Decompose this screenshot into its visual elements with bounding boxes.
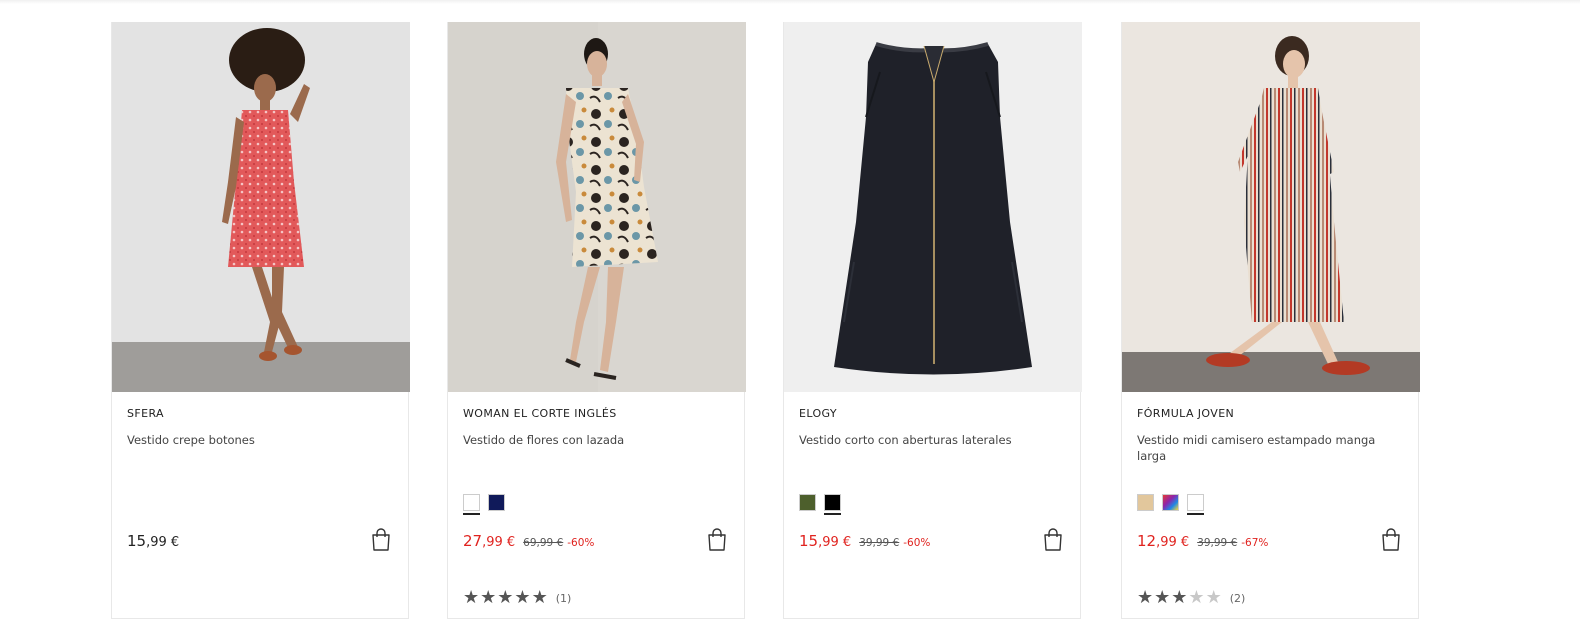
rating-stars: ★ ★ ★ ★ ★ — [463, 589, 548, 607]
original-price: 39,99 € — [859, 537, 900, 549]
product-grid: SFERA Vestido crepe botones 15,99 € WOMA… — [111, 22, 1420, 627]
star-icon: ★ — [1205, 587, 1222, 608]
star-icon: ★ — [497, 587, 514, 608]
color-swatches — [799, 494, 841, 515]
price-integer: 27 — [463, 532, 483, 550]
color-swatch-navy[interactable] — [488, 494, 505, 511]
product-title[interactable]: Vestido midi camisero estampado manga la… — [1137, 432, 1405, 464]
product-title[interactable]: Vestido corto con aberturas laterales — [799, 432, 1067, 448]
product-price: 12,99 € 39,99 € -67% — [1137, 532, 1268, 550]
color-swatch-white[interactable] — [1187, 494, 1204, 515]
current-price: 15,99 € — [799, 532, 851, 550]
star-icon: ★ — [514, 587, 531, 608]
product-card[interactable]: FÓRMULA JOVEN Vestido midi camisero esta… — [1121, 22, 1420, 619]
product-title[interactable]: Vestido de flores con lazada — [463, 432, 731, 448]
product-brand[interactable]: SFERA — [127, 407, 164, 420]
color-swatch-multicolor[interactable] — [1162, 494, 1179, 511]
add-to-cart-button[interactable] — [370, 528, 392, 552]
add-to-cart-button[interactable] — [1042, 528, 1064, 552]
color-swatch-beige[interactable] — [1137, 494, 1154, 511]
shopping-bag-icon — [708, 528, 726, 551]
shopping-bag-icon — [1382, 528, 1400, 551]
current-price: 15,99 € — [127, 532, 179, 550]
color-swatches — [1137, 494, 1204, 515]
price-decimal: ,99 € — [818, 535, 852, 550]
discount-badge: -67% — [1241, 537, 1269, 549]
rating-stars: ★ ★ ★ ★ ★ — [1137, 589, 1222, 607]
shopping-bag-icon — [372, 528, 390, 551]
product-rating[interactable]: ★ ★ ★ ★ ★ (1) — [463, 589, 571, 607]
product-image[interactable] — [1122, 22, 1420, 392]
add-to-cart-button[interactable] — [1380, 528, 1402, 552]
star-icon: ★ — [531, 587, 548, 608]
current-price: 12,99 € — [1137, 532, 1189, 550]
price-decimal: ,99 € — [482, 535, 516, 550]
color-swatch-black[interactable] — [824, 494, 841, 515]
star-icon: ★ — [1188, 587, 1205, 608]
product-image[interactable] — [784, 22, 1082, 392]
add-to-cart-button[interactable] — [706, 528, 728, 552]
product-price: 15,99 € — [127, 532, 179, 550]
discount-badge: -60% — [567, 537, 595, 549]
original-price: 69,99 € — [523, 537, 564, 549]
color-swatch-olive[interactable] — [799, 494, 816, 511]
product-brand[interactable]: WOMAN EL CORTE INGLÉS — [463, 407, 617, 420]
price-decimal: ,99 € — [146, 535, 180, 550]
color-swatch-white[interactable] — [463, 494, 480, 515]
star-icon: ★ — [463, 587, 480, 608]
product-rating[interactable]: ★ ★ ★ ★ ★ (2) — [1137, 589, 1245, 607]
product-title[interactable]: Vestido crepe botones — [127, 432, 395, 448]
shopping-bag-icon — [1044, 528, 1062, 551]
product-brand[interactable]: FÓRMULA JOVEN — [1137, 407, 1234, 420]
current-price: 27,99 € — [463, 532, 515, 550]
product-image[interactable] — [112, 22, 410, 392]
review-count: (1) — [555, 591, 572, 605]
product-card[interactable]: SFERA Vestido crepe botones 15,99 € — [111, 22, 410, 619]
price-integer: 12 — [1137, 532, 1157, 550]
price-integer: 15 — [127, 532, 147, 550]
product-brand[interactable]: ELOGY — [799, 407, 837, 420]
review-count: (2) — [1229, 591, 1246, 605]
price-decimal: ,99 € — [1156, 535, 1190, 550]
discount-badge: -60% — [903, 537, 931, 549]
star-icon: ★ — [1154, 587, 1171, 608]
price-integer: 15 — [799, 532, 819, 550]
top-divider — [0, 0, 1580, 4]
product-card[interactable]: ELOGY Vestido corto con aberturas latera… — [783, 22, 1082, 619]
color-swatches — [463, 494, 505, 515]
star-icon: ★ — [480, 587, 497, 608]
product-price: 27,99 € 69,99 € -60% — [463, 532, 594, 550]
star-icon: ★ — [1171, 587, 1188, 608]
product-card[interactable]: WOMAN EL CORTE INGLÉS Vestido de flores … — [447, 22, 746, 619]
product-image[interactable] — [448, 22, 746, 392]
star-icon: ★ — [1137, 587, 1154, 608]
original-price: 39,99 € — [1197, 537, 1238, 549]
product-price: 15,99 € 39,99 € -60% — [799, 532, 930, 550]
